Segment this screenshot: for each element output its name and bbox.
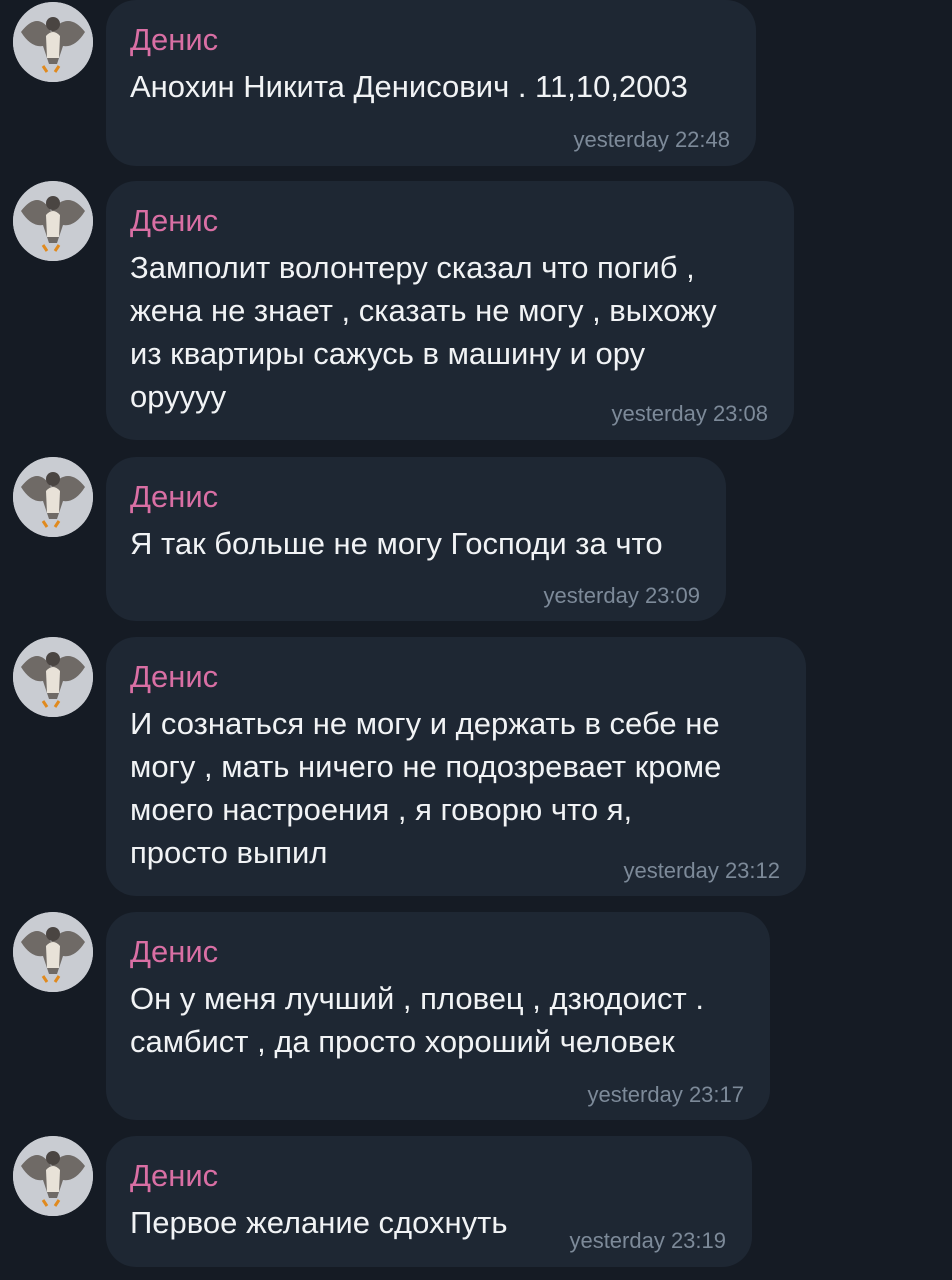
sender-name: Денис bbox=[130, 1158, 219, 1193]
message-bubble[interactable]: Денис И сознаться не могу и держать в се… bbox=[106, 637, 806, 896]
message-line: И сознаться не могу и держать в себе не bbox=[130, 706, 720, 741]
message-timestamp: yesterday 23:09 bbox=[543, 583, 700, 608]
message-bubble[interactable]: Денис Он у меня лучший , пловец , дзюдои… bbox=[106, 912, 770, 1120]
message-line: Я так больше не могу Господи за что bbox=[130, 526, 663, 561]
message-line: Анохин Никита Денисович . 11,10,2003 bbox=[130, 69, 688, 104]
message-text: Анохин Никита Денисович . 11,10,2003 bbox=[130, 65, 688, 108]
bird-avatar-icon bbox=[13, 912, 93, 992]
avatar[interactable] bbox=[13, 637, 93, 717]
bird-avatar-icon bbox=[13, 1136, 93, 1216]
message-timestamp: yesterday 22:48 bbox=[573, 127, 730, 152]
message-bubble[interactable]: Денис Первое желание сдохнуть yesterday … bbox=[106, 1136, 752, 1267]
message-line: Первое желание сдохнуть bbox=[130, 1205, 508, 1240]
message-timestamp: yesterday 23:19 bbox=[569, 1228, 726, 1253]
avatar[interactable] bbox=[13, 2, 93, 82]
message-line: из квартиры сажусь в машину и ору bbox=[130, 336, 646, 371]
avatar[interactable] bbox=[13, 181, 93, 261]
bird-avatar-icon bbox=[13, 2, 93, 82]
message-line: самбист , да просто хороший человек bbox=[130, 1024, 675, 1059]
message-timestamp: yesterday 23:17 bbox=[587, 1082, 744, 1107]
bird-avatar-icon bbox=[13, 457, 93, 537]
sender-name: Денис bbox=[130, 203, 219, 238]
sender-name: Денис bbox=[130, 659, 219, 694]
message-line: Он у меня лучший , пловец , дзюдоист . bbox=[130, 981, 704, 1016]
bird-avatar-icon bbox=[13, 181, 93, 261]
avatar[interactable] bbox=[13, 457, 93, 537]
message-bubble[interactable]: Денис Я так больше не могу Господи за чт… bbox=[106, 457, 726, 621]
message-text: Замполит волонтеру сказал что погиб , же… bbox=[130, 246, 717, 418]
message-timestamp: yesterday 23:08 bbox=[611, 401, 768, 426]
sender-name: Денис bbox=[130, 479, 219, 514]
message-timestamp: yesterday 23:12 bbox=[623, 858, 780, 883]
message-line: могу , мать ничего не подозревает кроме bbox=[130, 749, 722, 784]
sender-name: Денис bbox=[130, 22, 219, 57]
message-text: Я так больше не могу Господи за что bbox=[130, 522, 663, 565]
message-bubble[interactable]: Денис Анохин Никита Денисович . 11,10,20… bbox=[106, 0, 756, 166]
message-line: жена не знает , сказать не могу , выхожу bbox=[130, 293, 717, 328]
bird-avatar-icon bbox=[13, 637, 93, 717]
avatar[interactable] bbox=[13, 1136, 93, 1216]
message-line: моего настроения , я говорю что я, bbox=[130, 792, 633, 827]
message-line: Замполит волонтеру сказал что погиб , bbox=[130, 250, 695, 285]
sender-name: Денис bbox=[130, 934, 219, 969]
avatar[interactable] bbox=[13, 912, 93, 992]
message-text: Он у меня лучший , пловец , дзюдоист . с… bbox=[130, 977, 704, 1063]
message-text: Первое желание сдохнуть bbox=[130, 1201, 508, 1244]
message-text: И сознаться не могу и держать в себе не … bbox=[130, 702, 721, 874]
message-bubble[interactable]: Денис Замполит волонтеру сказал что поги… bbox=[106, 181, 794, 440]
